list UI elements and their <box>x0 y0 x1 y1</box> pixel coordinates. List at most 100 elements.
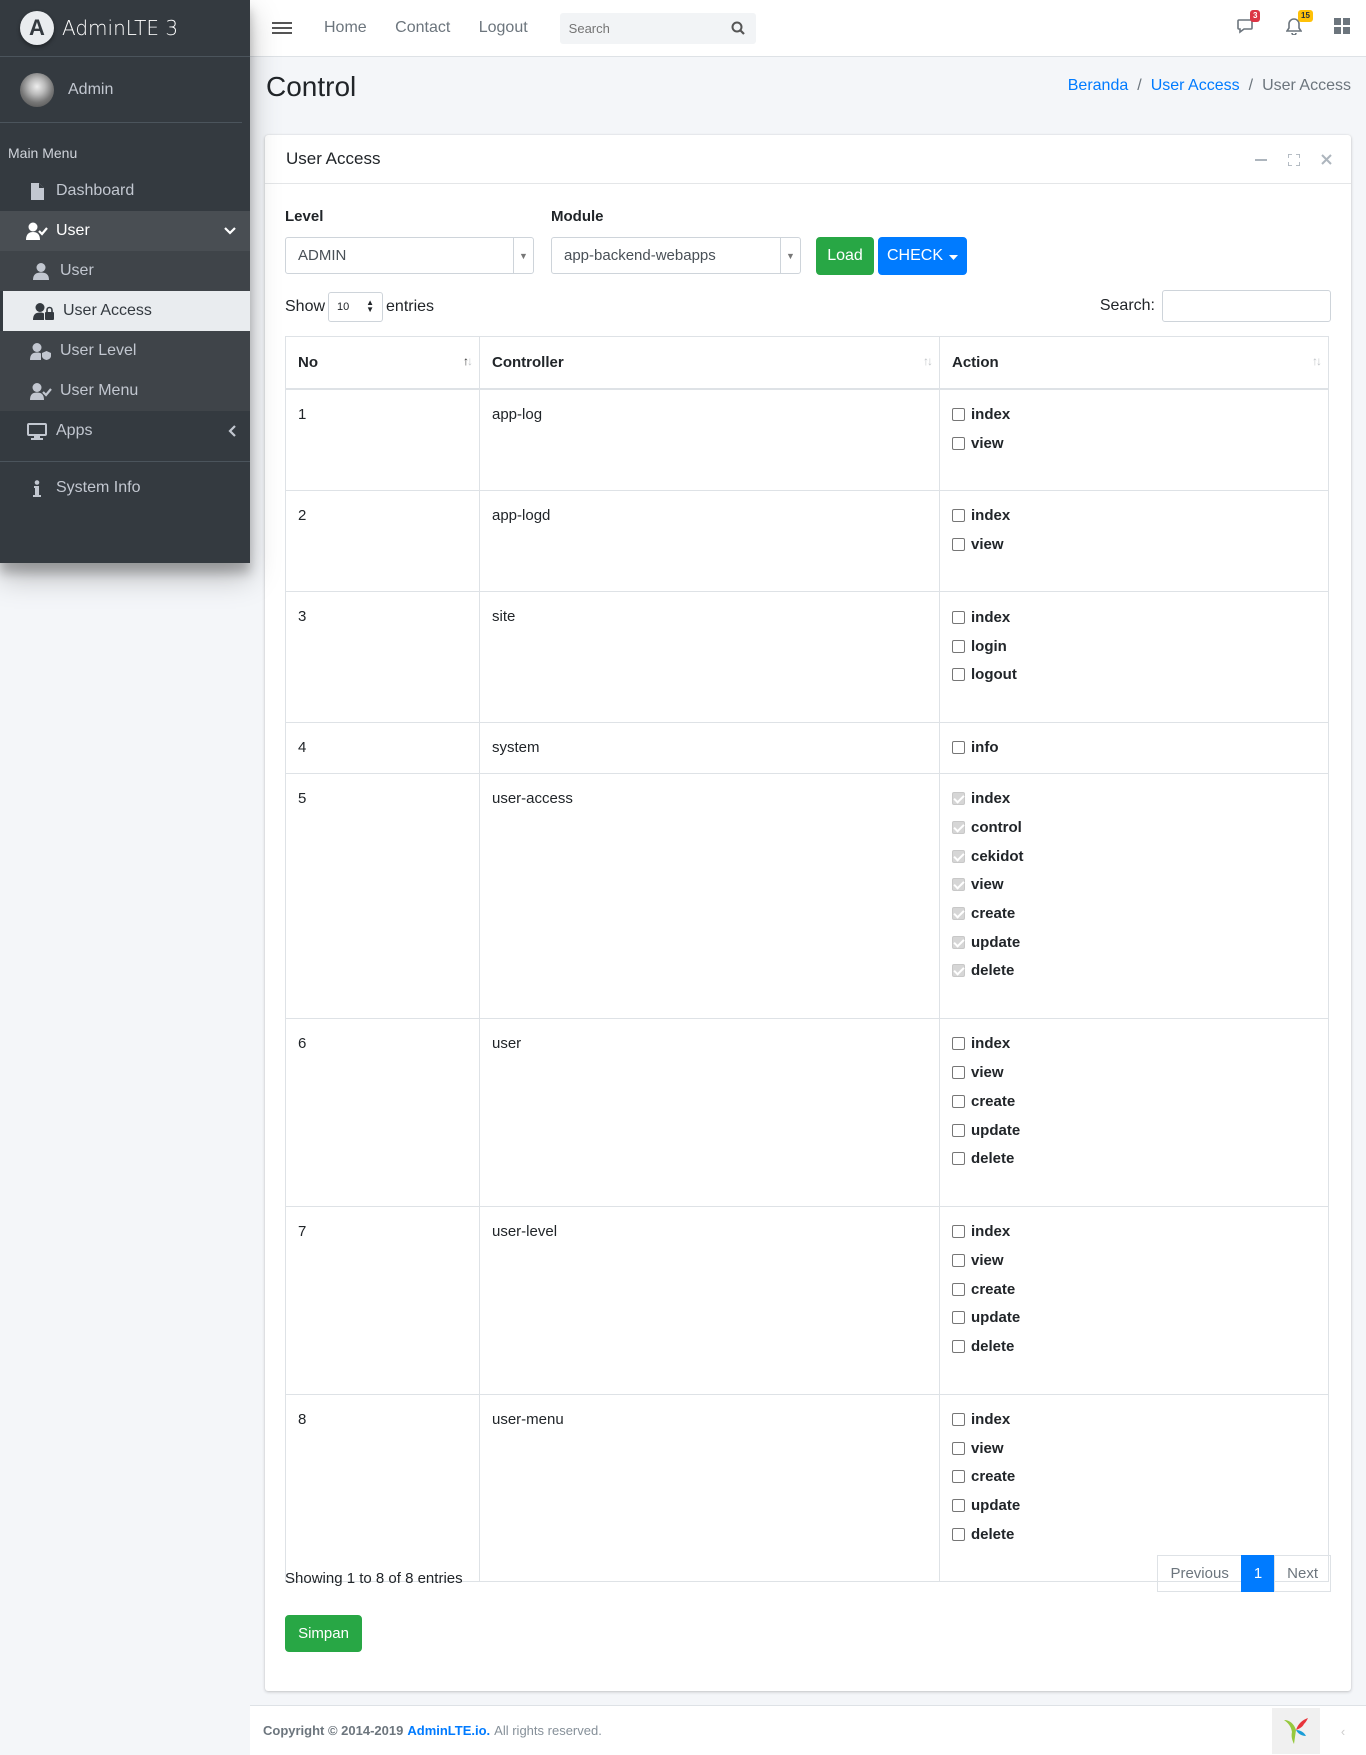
action-checkbox-item[interactable]: update <box>952 1302 1316 1334</box>
sidebar-item-user[interactable]: User <box>0 251 250 291</box>
check-dropdown-button[interactable]: CHECK <box>878 237 967 275</box>
user-panel[interactable]: Admin <box>0 57 242 123</box>
action-checkbox[interactable] <box>952 878 965 892</box>
action-checkbox-item[interactable]: login <box>952 630 1316 662</box>
action-checkbox-item[interactable]: index <box>952 399 1316 431</box>
nav-link-contact[interactable]: Contact <box>395 19 450 36</box>
action-checkbox[interactable] <box>952 741 965 755</box>
action-checkbox-item[interactable]: create <box>952 898 1316 930</box>
action-checkbox-item[interactable]: logout <box>952 659 1316 691</box>
menu-toggle-icon[interactable] <box>272 19 292 37</box>
action-checkbox-item[interactable]: view <box>952 1244 1316 1276</box>
action-checkbox[interactable] <box>952 1340 965 1354</box>
action-checkbox-item[interactable]: cekidot <box>952 840 1316 872</box>
column-header-no[interactable]: No ↑↓ <box>285 336 480 390</box>
action-checkbox-item[interactable]: update <box>952 926 1316 958</box>
action-checkbox[interactable] <box>952 935 965 949</box>
action-checkbox[interactable] <box>952 1311 965 1325</box>
action-checkbox-item[interactable]: index <box>952 500 1316 532</box>
action-checkbox[interactable] <box>952 436 965 450</box>
column-header-controller[interactable]: Controller ↑↓ <box>479 336 940 390</box>
action-checkbox-item[interactable]: update <box>952 1490 1316 1522</box>
breadcrumb-home[interactable]: Beranda <box>1068 77 1129 95</box>
action-checkbox-item[interactable]: view <box>952 427 1316 459</box>
action-checkbox-item[interactable]: view <box>952 869 1316 901</box>
action-checkbox[interactable] <box>952 849 965 863</box>
close-icon[interactable] <box>1310 154 1343 165</box>
action-checkbox-item[interactable]: create <box>952 1273 1316 1305</box>
action-checkbox-item[interactable]: index <box>952 1028 1316 1060</box>
column-header-action[interactable]: Action ↑↓ <box>939 336 1329 390</box>
sidebar-item-system-info[interactable]: System Info <box>0 468 250 508</box>
action-checkbox-item[interactable]: delete <box>952 1143 1316 1175</box>
action-checkbox[interactable] <box>952 1094 965 1108</box>
action-checkbox[interactable] <box>952 1037 965 1051</box>
yii-debug-logo[interactable] <box>1272 1708 1320 1754</box>
action-checkbox-item[interactable]: delete <box>952 1331 1316 1363</box>
action-checkbox[interactable] <box>952 1253 965 1267</box>
minus-icon[interactable] <box>1244 154 1277 166</box>
sidebar-item-user-group[interactable]: User <box>0 211 250 251</box>
action-checkbox-item[interactable]: view <box>952 528 1316 560</box>
action-checkbox[interactable] <box>952 964 965 978</box>
action-checkbox[interactable] <box>952 668 965 682</box>
nav-link-home[interactable]: Home <box>324 19 367 36</box>
nav-link-logout[interactable]: Logout <box>479 19 528 36</box>
action-checkbox-item[interactable]: delete <box>952 955 1316 987</box>
action-checkbox[interactable] <box>952 408 965 421</box>
save-button[interactable]: Simpan <box>285 1615 362 1652</box>
sidebar-item-apps[interactable]: Apps <box>0 411 250 451</box>
action-checkbox[interactable] <box>952 1413 965 1427</box>
action-checkbox-item[interactable]: index <box>952 601 1316 633</box>
messages-dropdown[interactable]: 3 <box>1222 10 1270 39</box>
chevron-left-icon[interactable]: ‹ <box>1320 1708 1366 1754</box>
action-checkbox-item[interactable]: delete <box>952 1518 1316 1550</box>
sidebar-item-user-menu[interactable]: User Menu <box>0 371 250 411</box>
action-checkbox-item[interactable]: create <box>952 1461 1316 1493</box>
action-checkbox[interactable] <box>952 820 965 834</box>
next-button[interactable]: Next <box>1274 1555 1331 1592</box>
action-checkbox-item[interactable]: view <box>952 1432 1316 1464</box>
action-checkbox[interactable] <box>952 1066 965 1080</box>
action-checkbox-item[interactable]: create <box>952 1085 1316 1117</box>
sidebar-item-user-level[interactable]: User Level <box>0 331 250 371</box>
level-select[interactable]: ADMIN ▼ <box>285 237 534 274</box>
action-checkbox-item[interactable]: index <box>952 1216 1316 1248</box>
load-button[interactable]: Load <box>816 237 874 275</box>
action-checkbox[interactable] <box>952 907 965 921</box>
action-checkbox[interactable] <box>952 1499 965 1513</box>
action-checkbox[interactable] <box>952 1152 965 1166</box>
action-checkbox[interactable] <box>952 1282 965 1296</box>
control-sidebar-toggle[interactable] <box>1318 18 1366 39</box>
action-checkbox-item[interactable]: update <box>952 1114 1316 1146</box>
breadcrumb-user-access[interactable]: User Access <box>1151 77 1240 95</box>
action-checkbox[interactable] <box>952 639 965 653</box>
action-checkbox-item[interactable]: index <box>952 1404 1316 1436</box>
previous-button[interactable]: Previous <box>1157 1555 1242 1592</box>
sidebar-item-user-access[interactable]: User Access <box>0 291 250 331</box>
entries-select[interactable]: 10 ▲ ▼ <box>328 292 384 322</box>
action-checkbox-item[interactable]: view <box>952 1057 1316 1089</box>
action-checkbox[interactable] <box>952 1470 965 1484</box>
search-icon[interactable] <box>721 21 755 35</box>
module-select[interactable]: app-backend-webapps ▼ <box>551 237 801 274</box>
page-button-1[interactable]: 1 <box>1240 1555 1276 1592</box>
search-input[interactable] <box>560 20 721 36</box>
action-checkbox-item[interactable]: index <box>952 783 1316 815</box>
action-checkbox[interactable] <box>952 537 965 551</box>
table-search-input[interactable] <box>1162 290 1331 322</box>
action-checkbox[interactable] <box>952 610 965 624</box>
action-checkbox[interactable] <box>952 1527 965 1541</box>
action-checkbox-item[interactable]: control <box>952 811 1316 843</box>
footer-link[interactable]: AdminLTE.io. <box>407 1723 490 1738</box>
action-checkbox[interactable] <box>952 1441 965 1455</box>
action-checkbox[interactable] <box>952 1123 965 1137</box>
action-checkbox[interactable] <box>952 1225 965 1239</box>
expand-icon[interactable] <box>1277 153 1310 166</box>
brand-link[interactable]: A AdminLTE 3 <box>0 0 250 57</box>
action-checkbox[interactable] <box>952 509 965 523</box>
notifications-dropdown[interactable]: 15 <box>1270 9 1318 40</box>
action-checkbox-item[interactable]: info <box>952 732 1316 764</box>
sidebar-item-dashboard[interactable]: Dashboard <box>0 171 250 211</box>
action-checkbox[interactable] <box>952 792 965 806</box>
